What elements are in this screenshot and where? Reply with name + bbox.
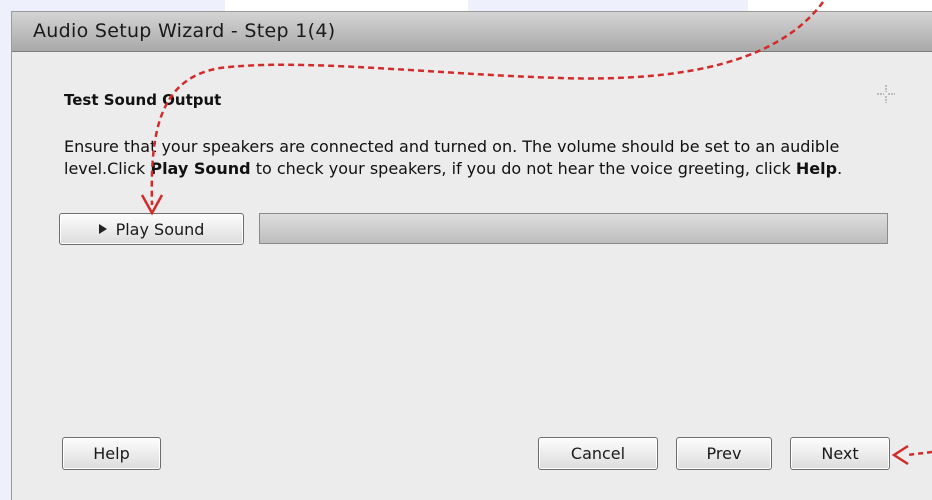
prev-button[interactable]: Prev (676, 437, 772, 470)
prev-label: Prev (706, 444, 742, 463)
cancel-button[interactable]: Cancel (538, 437, 658, 470)
title-bar[interactable]: Audio Setup Wizard - Step 1(4) (12, 12, 932, 52)
next-button[interactable]: Next (790, 437, 890, 470)
instruction-bold-help: Help (795, 159, 838, 178)
help-label: Help (93, 444, 130, 463)
next-label: Next (821, 444, 859, 463)
play-sound-label: Play Sound (115, 219, 205, 239)
section-title: Test Sound Output (64, 91, 222, 109)
crosshair-icon (877, 85, 895, 103)
help-button[interactable]: Help (62, 437, 161, 470)
instruction-text-part2: to check your speakers, if you do not he… (250, 159, 796, 178)
instruction-bold-play-sound: Play Sound (150, 159, 251, 178)
instruction-text-part3: . (837, 159, 843, 178)
play-icon (98, 224, 107, 234)
play-sound-button[interactable]: Play Sound (59, 213, 244, 245)
sound-progress-bar (259, 213, 888, 244)
cancel-label: Cancel (570, 444, 626, 463)
instruction-text: Ensure that your speakers are connected … (64, 136, 900, 180)
window-title: Audio Setup Wizard - Step 1(4) (33, 20, 336, 42)
wizard-window: Audio Setup Wizard - Step 1(4) Test Soun… (12, 12, 932, 500)
